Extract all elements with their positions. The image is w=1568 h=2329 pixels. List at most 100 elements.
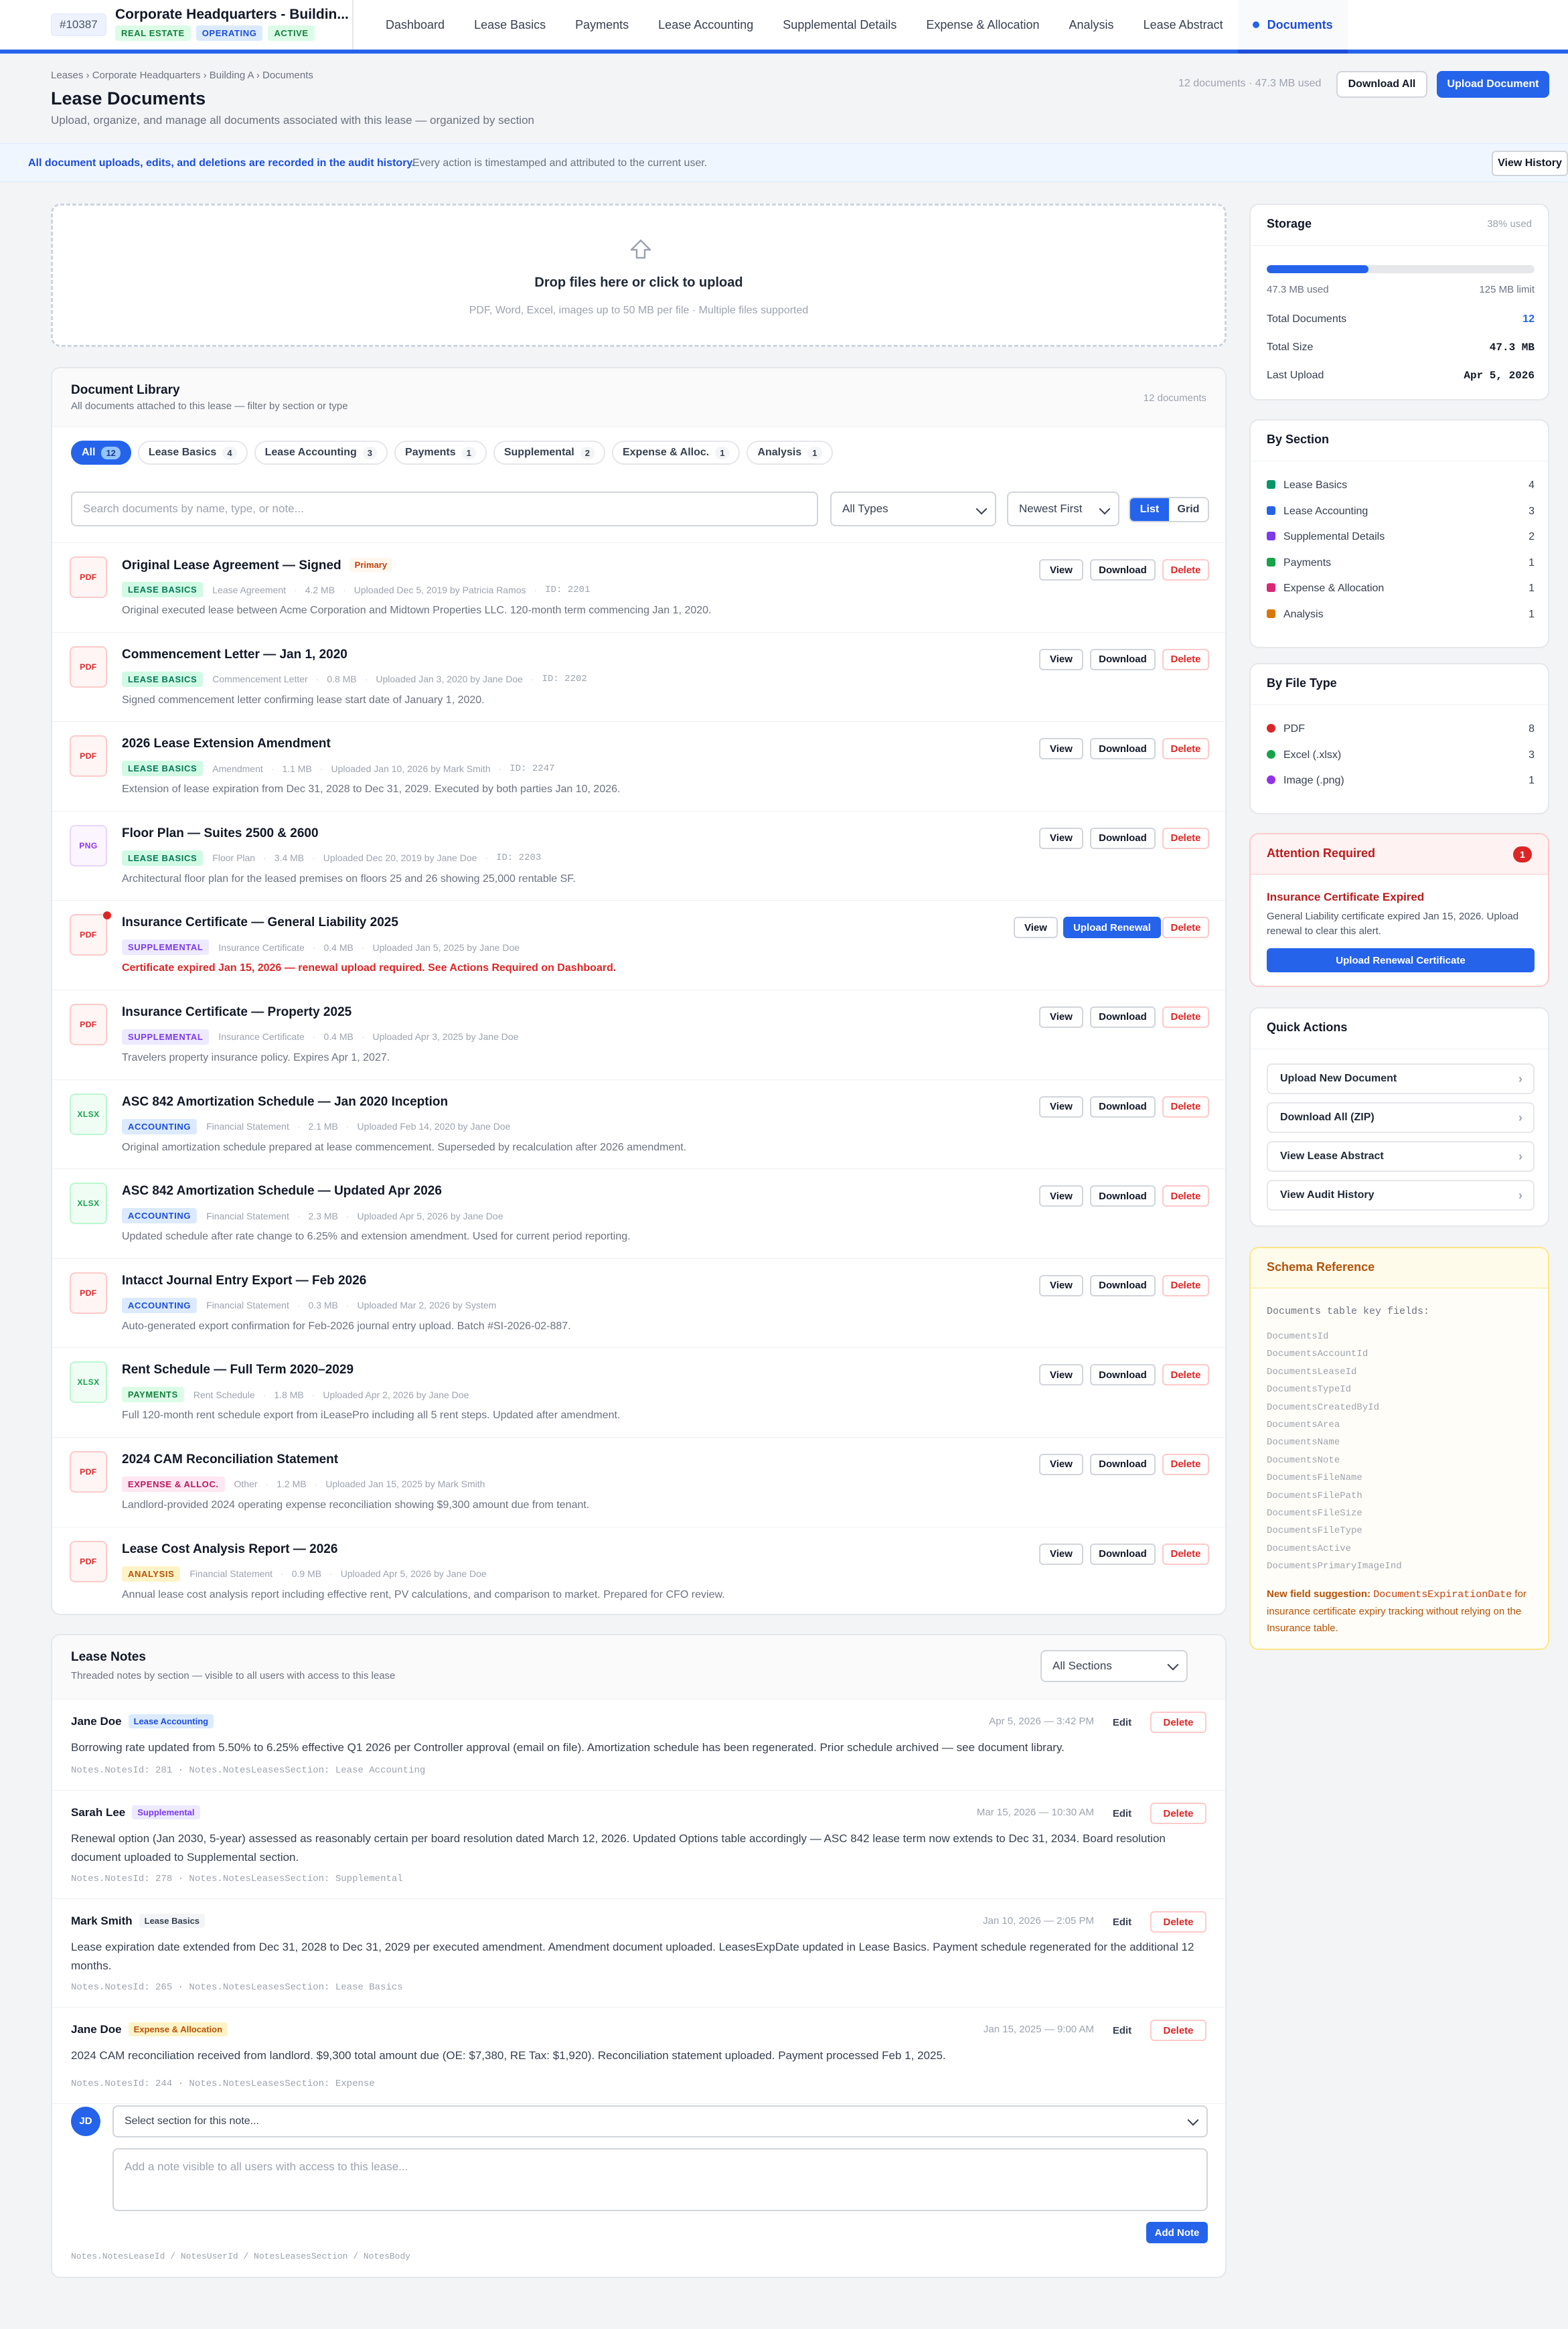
view-button[interactable]: View [1039, 559, 1083, 581]
note-delete-button[interactable]: Delete [1150, 1712, 1206, 1733]
view-history-button[interactable]: View History [1492, 151, 1568, 176]
delete-button[interactable]: Delete [1162, 1006, 1209, 1028]
nav-lease-basics[interactable]: Lease Basics [459, 0, 560, 50]
quick-action-view-audit-history[interactable]: View Audit History [1267, 1180, 1535, 1211]
delete-button[interactable]: Delete [1162, 1543, 1209, 1565]
schema-field: DocumentsCreatedById [1267, 1402, 1380, 1413]
nav-lease-abstract[interactable]: Lease Abstract [1129, 0, 1238, 50]
filter-chip-lease-basics[interactable]: Lease Basics 4 [137, 441, 248, 465]
delete-button[interactable]: Delete [1162, 648, 1209, 670]
nav-dashboard[interactable]: Dashboard [371, 0, 459, 50]
section-color-swatch [1267, 506, 1275, 515]
nav-supplemental-details[interactable]: Supplemental Details [768, 0, 911, 50]
upload-document-button[interactable]: Upload Document [1437, 71, 1549, 98]
document-name[interactable]: ASC 842 Amortization Schedule — Jan 2020… [122, 1095, 448, 1110]
type-select[interactable]: All Types [830, 492, 996, 526]
delete-button[interactable]: Delete [1162, 559, 1209, 581]
document-search-input[interactable]: Search documents by name, type, or note.… [71, 492, 818, 526]
filter-chip-payments[interactable]: Payments 1 [394, 441, 487, 465]
document-name[interactable]: Intacct Journal Entry Export — Feb 2026 [122, 1274, 366, 1288]
view-button[interactable]: View [1014, 917, 1058, 939]
document-name[interactable]: Insurance Certificate — General Liabilit… [122, 915, 398, 930]
download-button[interactable]: Download [1090, 648, 1156, 670]
nav-lease-accounting[interactable]: Lease Accounting [643, 0, 768, 50]
note-section-select[interactable]: Select section for this note... [112, 2105, 1208, 2137]
meta-separator: · [297, 1210, 301, 1221]
download-button[interactable]: Download [1090, 1006, 1156, 1028]
filter-chip-all[interactable]: All 12 [71, 441, 131, 465]
section-color-swatch [1267, 480, 1275, 489]
note-edit-button[interactable]: Edit [1103, 1712, 1141, 1733]
view-grid-button[interactable]: Grid [1169, 498, 1208, 521]
chevron-down-icon [1167, 1659, 1179, 1671]
download-button[interactable]: Download [1090, 1185, 1156, 1207]
quick-action-download-all-zip[interactable]: Download All (ZIP) [1267, 1102, 1535, 1133]
quick-action-view-lease-abstract[interactable]: View Lease Abstract [1267, 1141, 1535, 1172]
document-name[interactable]: Floor Plan — Suites 2500 & 2600 [122, 826, 319, 841]
nav-analysis[interactable]: Analysis [1054, 0, 1129, 50]
delete-button[interactable]: Delete [1162, 1453, 1209, 1475]
note-textarea[interactable]: Add a note visible to all users with acc… [112, 2148, 1208, 2211]
view-list-button[interactable]: List [1130, 498, 1169, 521]
document-name[interactable]: Insurance Certificate — Property 2025 [122, 1005, 351, 1020]
note-delete-button[interactable]: Delete [1150, 2020, 1206, 2041]
document-name[interactable]: Lease Cost Analysis Report — 2026 [122, 1542, 337, 1557]
schema-suggestion-field: DocumentsExpirationDate [1373, 1589, 1512, 1600]
download-button[interactable]: Download [1090, 1543, 1156, 1565]
document-name[interactable]: ASC 842 Amortization Schedule — Updated … [122, 1184, 442, 1199]
download-button[interactable]: Download [1090, 1364, 1156, 1386]
document-type: Commencement Letter [212, 674, 308, 685]
delete-button[interactable]: Delete [1162, 1364, 1209, 1386]
download-button[interactable]: Download [1090, 1096, 1156, 1118]
delete-button[interactable]: Delete [1162, 1185, 1209, 1207]
note-delete-button[interactable]: Delete [1150, 1803, 1206, 1824]
delete-button[interactable]: Delete [1162, 738, 1209, 760]
section-badge: EXPENSE & ALLOC. [122, 1476, 225, 1492]
download-button[interactable]: Download [1090, 827, 1156, 849]
view-button[interactable]: View [1039, 1274, 1083, 1296]
document-name[interactable]: Rent Schedule — Full Term 2020–2029 [122, 1363, 354, 1377]
add-note-button[interactable]: Add Note [1146, 2222, 1208, 2243]
filter-chip-lease-accounting[interactable]: Lease Accounting 3 [254, 441, 388, 465]
view-button[interactable]: View [1039, 648, 1083, 670]
notes-section-filter[interactable]: All Sections [1040, 1650, 1188, 1682]
view-button[interactable]: View [1039, 1453, 1083, 1475]
document-name[interactable]: Commencement Letter — Jan 1, 2020 [122, 648, 347, 662]
upload-renewal-button[interactable]: Upload Renewal [1063, 917, 1161, 939]
view-button[interactable]: View [1039, 1096, 1083, 1118]
document-description: Travelers property insurance policy. Exp… [122, 1051, 390, 1063]
note-delete-button[interactable]: Delete [1150, 1911, 1206, 1933]
note-edit-button[interactable]: Edit [1103, 2020, 1141, 2041]
download-all-button[interactable]: Download All [1336, 71, 1427, 98]
nav-documents[interactable]: Documents [1237, 0, 1348, 54]
quick-action-upload-new-document[interactable]: Upload New Document [1267, 1063, 1535, 1094]
nav-expense-allocation[interactable]: Expense & Allocation [911, 0, 1054, 50]
document-name[interactable]: 2024 CAM Reconciliation Statement [122, 1452, 338, 1467]
view-button[interactable]: View [1039, 1006, 1083, 1028]
view-button[interactable]: View [1039, 1543, 1083, 1565]
download-button[interactable]: Download [1090, 559, 1156, 581]
view-button[interactable]: View [1039, 827, 1083, 849]
download-button[interactable]: Download [1090, 1453, 1156, 1475]
delete-button[interactable]: Delete [1162, 827, 1209, 849]
download-button[interactable]: Download [1090, 738, 1156, 760]
filter-chip-expense-alloc[interactable]: Expense & Alloc. 1 [611, 441, 740, 465]
note-edit-button[interactable]: Edit [1103, 1803, 1141, 1824]
view-button[interactable]: View [1039, 738, 1083, 760]
filter-chip-supplemental[interactable]: Supplemental 2 [493, 441, 605, 465]
delete-button[interactable]: Delete [1162, 1096, 1209, 1118]
document-name[interactable]: Original Lease Agreement — Signed Primary [122, 558, 393, 573]
delete-button[interactable]: Delete [1162, 917, 1209, 939]
view-button[interactable]: View [1039, 1185, 1083, 1207]
nav-payments[interactable]: Payments [560, 0, 643, 50]
document-name[interactable]: 2026 Lease Extension Amendment [122, 737, 331, 751]
delete-button[interactable]: Delete [1162, 1274, 1209, 1296]
upload-renewal-certificate-button[interactable]: Upload Renewal Certificate [1267, 948, 1535, 972]
file-png-icon: PNG [70, 824, 107, 867]
upload-dropzone[interactable]: Drop files here or click to upload PDF, … [51, 204, 1227, 347]
view-button[interactable]: View [1039, 1364, 1083, 1386]
note-edit-button[interactable]: Edit [1103, 1911, 1141, 1933]
download-button[interactable]: Download [1090, 1274, 1156, 1296]
sort-select[interactable]: Newest First [1007, 492, 1119, 526]
filter-chip-analysis[interactable]: Analysis 1 [747, 441, 833, 465]
